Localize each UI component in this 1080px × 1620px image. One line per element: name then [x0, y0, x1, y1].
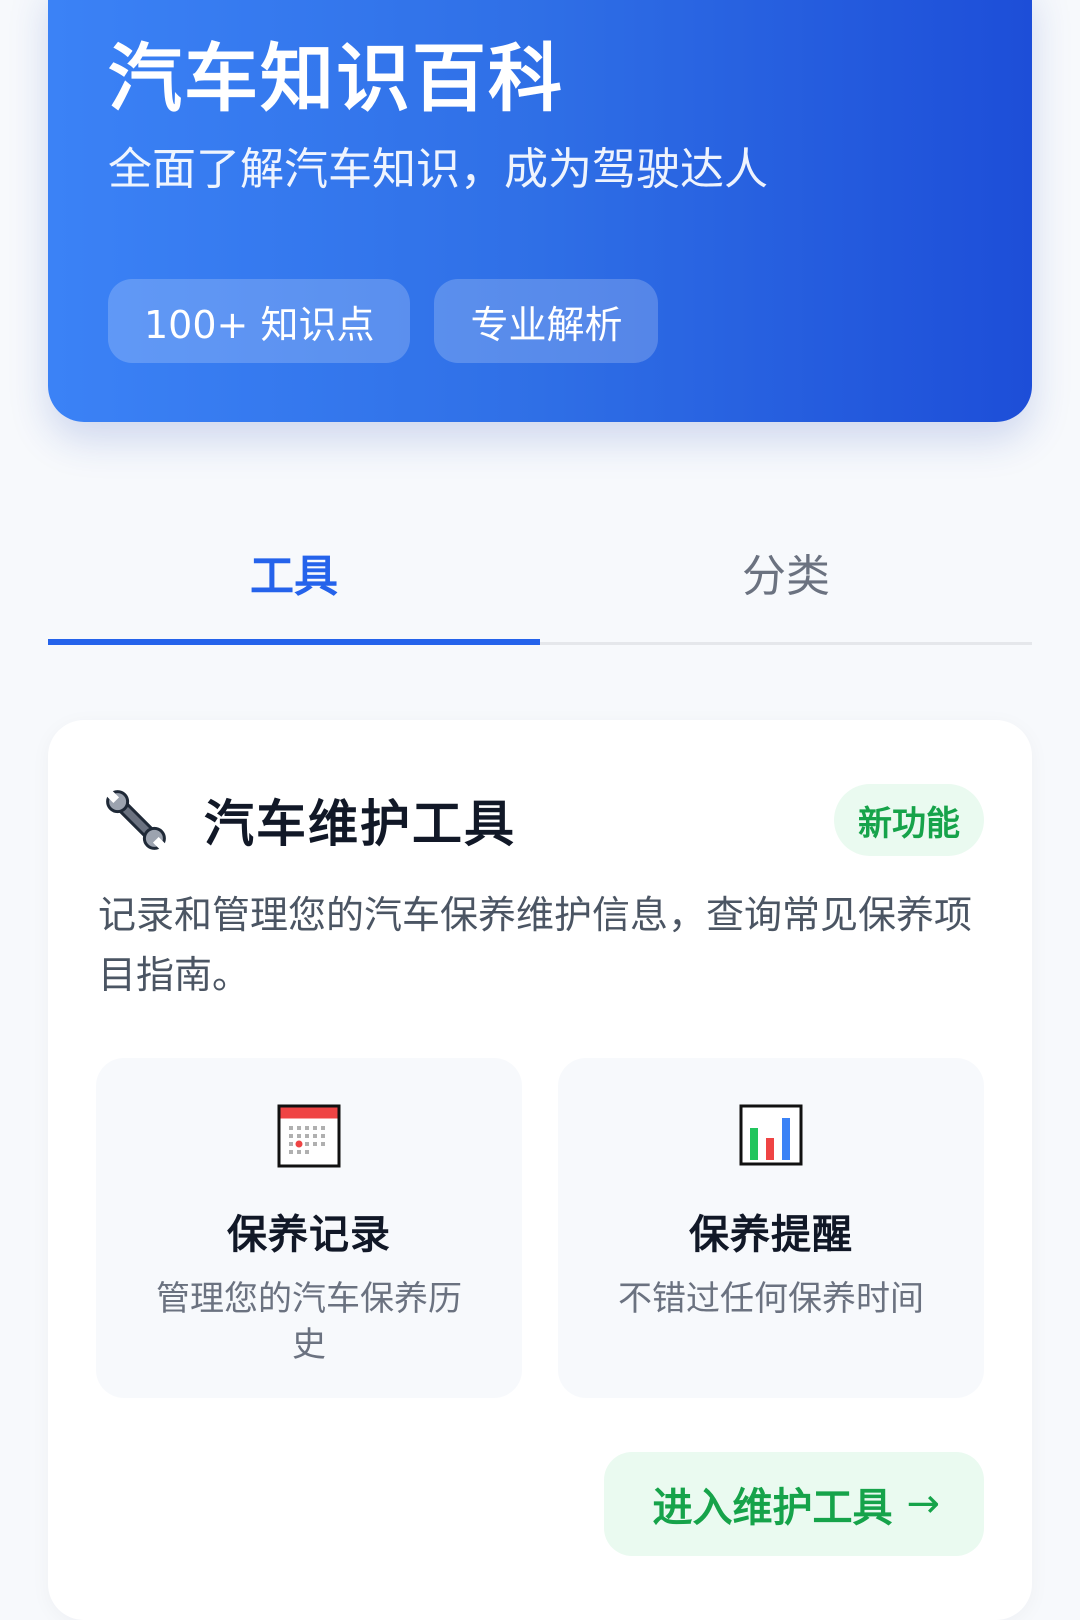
tab-bar: 工具 分类 [48, 510, 1032, 645]
card-title: 汽车维护工具 [204, 795, 516, 853]
hero-banner: 汽车知识百科 全面了解汽车知识，成为驾驶达人 100+ 知识点 专业解析 [48, 0, 1032, 422]
maintenance-reminder-desc: 不错过任何保养时间 [618, 1279, 924, 1319]
professional-analysis-badge: 专业解析 [434, 279, 659, 363]
hero-badges: 100+ 知识点 专业解析 [108, 279, 659, 363]
card-header: 汽车维护工具 新功能 [98, 780, 984, 860]
maintenance-records-title: 保养记录 [227, 1212, 391, 1258]
enter-button-label: 进入维护工具 [652, 1485, 893, 1531]
maintenance-reminder-title: 保养提醒 [689, 1212, 853, 1258]
arrow-right-icon: → [906, 1481, 940, 1527]
tab-categories[interactable]: 分类 [540, 510, 1032, 642]
maintenance-records-desc: 管理您的汽车保养历史 [156, 1279, 462, 1365]
bar-chart-icon [739, 1104, 803, 1166]
maintenance-reminder-feature[interactable]: 保养提醒 不错过任何保养时间 [558, 1058, 984, 1398]
new-feature-badge: 新功能 [834, 784, 984, 856]
calendar-icon [277, 1104, 341, 1168]
enter-maintenance-tools-button[interactable]: 进入维护工具 → [604, 1452, 984, 1556]
maintenance-records-feature[interactable]: 保养记录 管理您的汽车保养历史 [96, 1058, 522, 1398]
hero-subtitle: 全面了解汽车知识，成为驾驶达人 [108, 144, 768, 195]
knowledge-count-badge: 100+ 知识点 [108, 279, 411, 363]
maintenance-tools-card: 汽车维护工具 新功能 记录和管理您的汽车保养维护信息，查询常见保养项目指南。 保… [48, 720, 1032, 1620]
wrench-icon [104, 788, 168, 852]
card-description: 记录和管理您的汽车保养维护信息，查询常见保养项目指南。 [98, 893, 973, 997]
feature-grid: 保养记录 管理您的汽车保养历史 保养提醒 不错过任何保养时间 [96, 1058, 984, 1398]
hero-title: 汽车知识百科 [108, 36, 564, 122]
tab-tools[interactable]: 工具 [48, 510, 540, 645]
